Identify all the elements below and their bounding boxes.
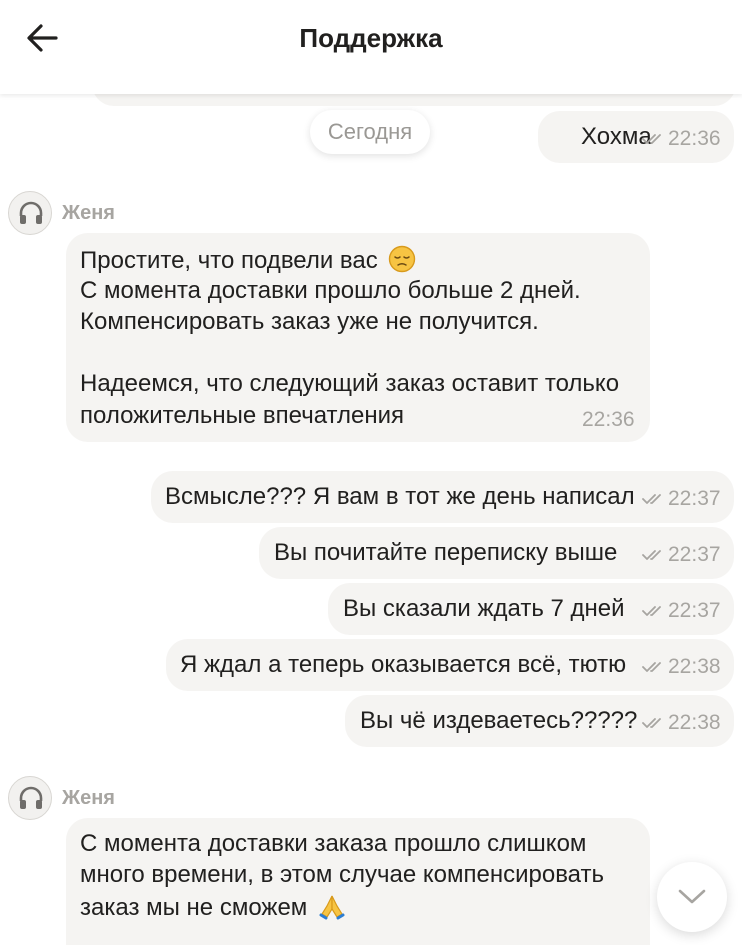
incoming-message[interactable]: С момента доставки заказа прошло слишком… — [66, 818, 650, 945]
avatar[interactable] — [8, 191, 52, 235]
message-text: Вы почитайте переписку выше — [274, 539, 618, 566]
outgoing-message[interactable]: Всмысле??? Я вам в тот же день написал 2… — [151, 471, 734, 523]
avatar[interactable] — [8, 776, 52, 820]
message-time: 22:37 — [668, 543, 721, 566]
pensive-face-emoji-icon — [389, 245, 416, 273]
outgoing-message[interactable]: Вы почитайте переписку выше 22:37 — [259, 527, 734, 579]
incoming-message[interactable]: Простите, что подвели вас С момента дост… — [66, 233, 650, 442]
date-separator: Сегодня — [310, 110, 430, 154]
message-meta: 22:37 — [642, 487, 721, 511]
message-time: 22:37 — [668, 487, 721, 510]
message-line: Надеемся, что следующий заказ оставит то… — [80, 370, 620, 397]
double-check-icon — [642, 718, 661, 728]
message-time: 22:36 — [668, 127, 721, 150]
outgoing-message[interactable]: Я ждал а теперь оказывается всё, тютю 22… — [166, 639, 734, 691]
message-time: 22:38 — [668, 711, 721, 734]
message-text: Простите, что подвели вас — [80, 247, 378, 274]
headset-icon — [19, 786, 43, 809]
message-line: С момента доставки заказа прошло слишком — [80, 830, 587, 857]
message-line: много времени, в этом случае компенсиров… — [80, 861, 604, 888]
double-check-icon — [642, 606, 661, 616]
message-meta: 22:37 — [642, 543, 721, 567]
message-meta: 22:36 — [642, 127, 721, 151]
double-check-icon — [642, 494, 661, 504]
message-meta: 22:37 — [642, 599, 721, 623]
message-meta: 22:38 — [642, 711, 721, 735]
message-line: Простите, что подвели вас — [80, 245, 416, 276]
double-check-icon — [642, 134, 661, 144]
message-time: 22:37 — [668, 599, 721, 622]
message-line: С момента доставки прошло больше 2 дней. — [80, 277, 581, 304]
chevron-down-icon — [678, 889, 706, 904]
outgoing-message[interactable]: Вы чё издеваетесь????? 22:38 — [345, 695, 734, 747]
double-check-icon — [642, 550, 661, 560]
page-title: Поддержка — [299, 23, 443, 53]
message-text: Я ждал а теперь оказывается всё, тютю — [180, 651, 627, 678]
message-text: Вы чё издеваетесь????? — [360, 707, 638, 734]
header: Поддержка — [0, 0, 742, 94]
outgoing-message[interactable]: Вы сказали ждать 7 дней 22:37 — [328, 583, 734, 635]
message-time: 22:38 — [668, 655, 721, 678]
scroll-down-button[interactable] — [657, 862, 727, 932]
message-time: 22:36 — [582, 408, 635, 431]
sender-name: Женя — [62, 787, 115, 809]
message-line: Компенсировать заказ уже не получится. — [80, 308, 539, 335]
message-text: заказ мы не сможем — [80, 894, 308, 921]
message-text: Вы сказали ждать 7 дней — [343, 595, 625, 622]
headset-icon — [19, 201, 43, 224]
message-line: заказ мы не сможем — [80, 892, 346, 923]
message-text: Всмысле??? Я вам в тот же день написал — [165, 483, 635, 510]
sender-name: Женя — [62, 202, 115, 224]
outgoing-message[interactable]: Хохма 22:36 — [538, 111, 734, 163]
folded-hands-emoji-icon — [319, 895, 345, 920]
double-check-icon — [642, 662, 661, 672]
message-line: положительные впечатления — [80, 402, 405, 429]
message-meta: 22:38 — [642, 655, 721, 679]
